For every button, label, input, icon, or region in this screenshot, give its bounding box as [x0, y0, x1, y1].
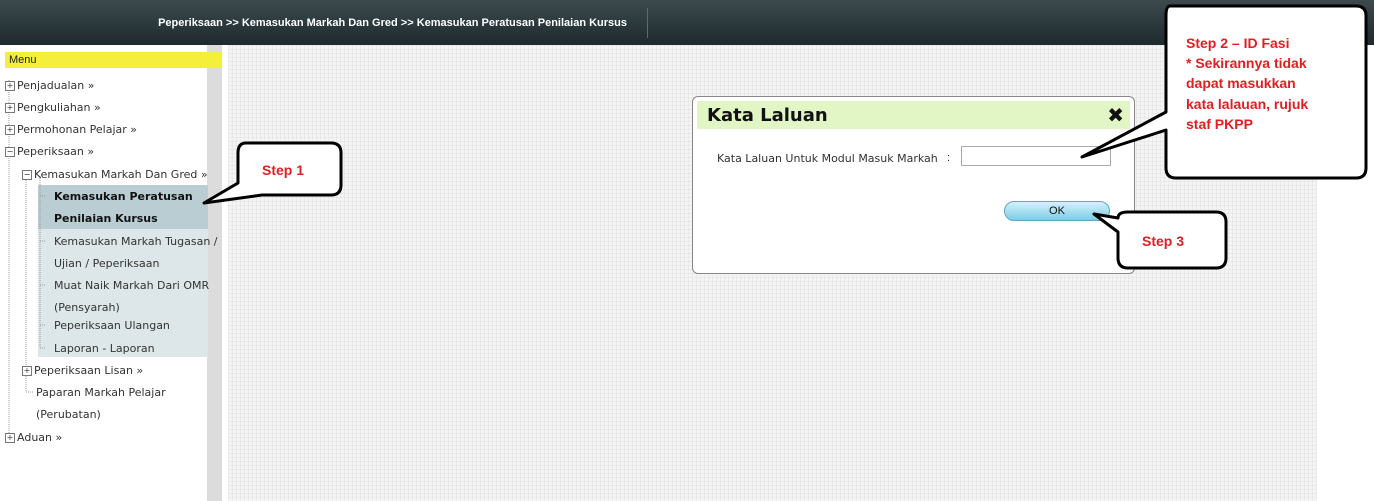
callout-step2-line5: staf PKPP	[1186, 116, 1253, 132]
menu-item-permohonan-pelajar[interactable]: + Permohonan Pelajar »	[5, 123, 137, 137]
menu-item-kemasukan-peratusan-l1[interactable]: Kemasukan Peratusan	[54, 190, 193, 204]
password-input[interactable]	[961, 146, 1111, 166]
label-colon: :	[947, 152, 951, 164]
menu-item-laporan[interactable]: Laporan - Laporan	[54, 342, 155, 356]
menu-item-markah-tugasan-l1[interactable]: Kemasukan Markah Tugasan /	[54, 235, 218, 249]
menu-item-aduan[interactable]: + Aduan »	[5, 431, 62, 445]
menu-item-pengkuliahan[interactable]: + Pengkuliahan »	[5, 101, 101, 115]
callout-step3: Step 3	[1142, 233, 1185, 249]
ok-button[interactable]: OK	[1004, 201, 1110, 221]
callout-step1: Step 1	[262, 162, 305, 178]
tree-toggle-icon[interactable]: +	[22, 366, 32, 376]
menu-item-penjadualan[interactable]: + Penjadualan »	[5, 79, 94, 93]
menu-item-muat-naik-omr-l1[interactable]: Muat Naik Markah Dari OMR	[54, 279, 209, 293]
dialog-header: Kata Laluan ✖	[697, 101, 1130, 129]
menu-item-paparan-markah-l2[interactable]: (Perubatan)	[36, 408, 101, 422]
password-label: Kata Laluan Untuk Modul Masuk Markah	[717, 152, 938, 165]
close-icon[interactable]: ✖	[1107, 103, 1124, 128]
callout-step2-line4: kata lalauan, rujuk	[1186, 96, 1309, 112]
tree-toggle-icon[interactable]: −	[22, 170, 32, 180]
menu-item-peperiksaan-ulangan[interactable]: Peperiksaan Ulangan	[54, 319, 170, 333]
menu-item-kemasukan-markah-gred[interactable]: − Kemasukan Markah Dan Gred »	[22, 168, 208, 182]
password-dialog: Kata Laluan ✖ Kata Laluan Untuk Modul Ma…	[692, 96, 1135, 274]
tree-toggle-icon[interactable]: +	[5, 433, 15, 443]
tree-toggle-icon[interactable]: +	[5, 103, 15, 113]
menu-item-paparan-markah-l1[interactable]: Paparan Markah Pelajar	[36, 386, 166, 400]
menu-item-kemasukan-peratusan-l2[interactable]: Penilaian Kursus	[54, 212, 158, 226]
dialog-title: Kata Laluan	[707, 105, 828, 126]
callout-step2-line1: Step 2 – ID Fasi	[1186, 35, 1290, 51]
menu-item-markah-tugasan-l2[interactable]: Ujian / Peperiksaan	[54, 257, 159, 271]
menu-item-peperiksaan[interactable]: − Peperiksaan »	[5, 145, 94, 159]
menu-item-muat-naik-omr-l2[interactable]: (Pensyarah)	[54, 301, 120, 315]
callout-step2-line2: * Sekirannya tidak	[1186, 55, 1307, 71]
tree-toggle-icon[interactable]: −	[5, 147, 15, 157]
menu-item-peperiksaan-lisan[interactable]: + Peperiksaan Lisan »	[22, 364, 143, 378]
tree-toggle-icon[interactable]: +	[5, 81, 15, 91]
tree-toggle-icon[interactable]: +	[5, 125, 15, 135]
tree-lines	[8, 80, 46, 440]
callout-step2-line3: dapat masukkan	[1186, 75, 1296, 91]
